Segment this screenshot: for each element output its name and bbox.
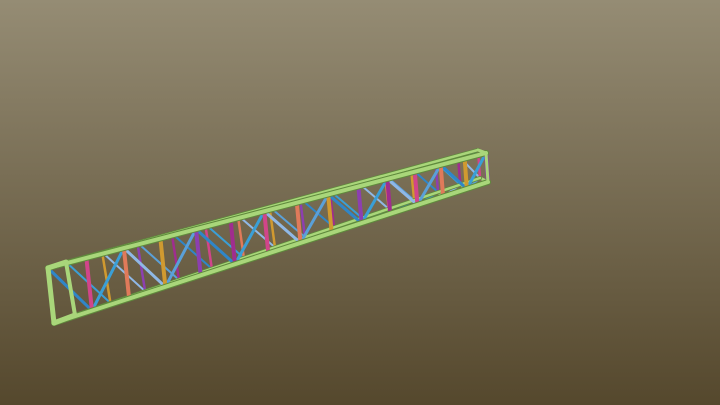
truss-near-post <box>438 162 446 199</box>
truss-render[interactable] <box>0 0 720 405</box>
truss-end-frame <box>484 151 490 184</box>
3d-viewport[interactable] <box>0 0 720 405</box>
truss-near-post <box>462 156 469 191</box>
truss-near-post <box>412 169 420 207</box>
